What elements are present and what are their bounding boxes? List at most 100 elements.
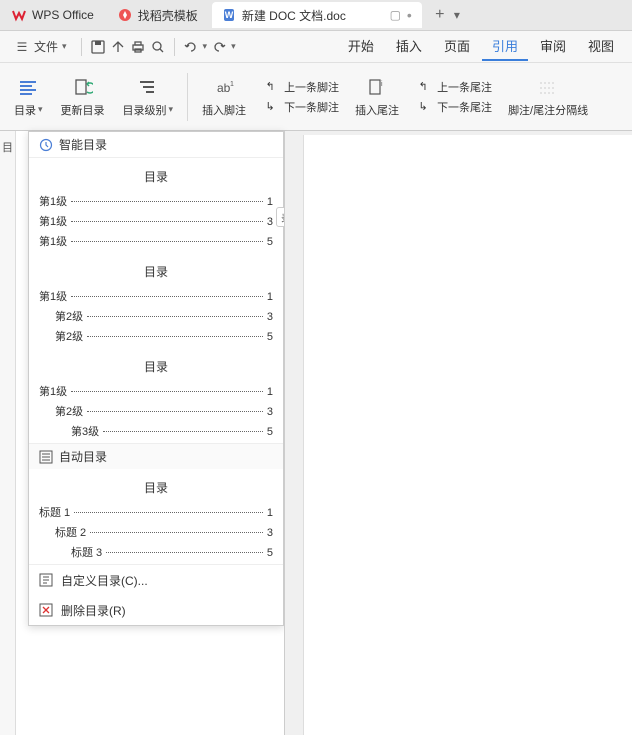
toc-dropdown-menu: 智能目录 目录第1级1第1级3第1级5目录第1级1第2级3第2级5目录第1级1第…	[28, 131, 284, 626]
toc-page: 1	[267, 507, 273, 519]
toc-level-button[interactable]: 目录级别▾	[115, 68, 182, 126]
toc-dots	[87, 336, 263, 337]
chevron-down-icon[interactable]: ▾	[231, 41, 236, 52]
toc-preset-1[interactable]: 目录第1级1第2级3第2级5	[29, 253, 283, 348]
toc-dots	[87, 411, 263, 412]
insert-footnote-button[interactable]: ab1 插入脚注	[194, 68, 254, 126]
label: 下一条尾注	[437, 99, 492, 115]
smart-toc-header[interactable]: 智能目录	[29, 132, 283, 158]
tab-close-icon[interactable]: •	[407, 7, 412, 23]
ribbon-tab-page[interactable]: 页面	[434, 32, 480, 61]
custom-icon	[39, 573, 53, 587]
custom-toc-button[interactable]: 自定义目录(C)...	[29, 565, 283, 595]
file-label: 文件	[34, 38, 58, 55]
ribbon-toolbar: 目录▾ 更新目录 目录级别▾ ab1 插入脚注 ↰上一条脚注 ↳下一条脚注 i …	[0, 63, 632, 131]
document-area[interactable]	[284, 131, 632, 735]
separator-line-button: 脚注/尾注分隔线	[500, 68, 596, 126]
side-panel[interactable]: 目	[0, 131, 16, 735]
toc-line: 标题 23	[39, 522, 273, 542]
toc-page: 3	[267, 311, 273, 323]
footnote-nav: ↰上一条脚注 ↳下一条脚注	[256, 79, 345, 115]
ribbon-tab-view[interactable]: 视图	[578, 32, 624, 61]
toc-page: 5	[267, 426, 273, 438]
custom-toc-label: 自定义目录(C)...	[61, 572, 148, 589]
tab-window-icon[interactable]: ▢	[390, 8, 401, 22]
prev-endnote-button[interactable]: ↰上一条尾注	[415, 79, 492, 95]
prev-icon: ↰	[262, 79, 278, 95]
prev-footnote-button[interactable]: ↰上一条脚注	[262, 79, 339, 95]
toc-label: 目录	[14, 102, 36, 118]
tab-label: 找稻壳模板	[138, 7, 198, 24]
toc-label: 第2级	[55, 308, 83, 324]
toc-label: 标题 3	[71, 544, 102, 560]
toc-label: 第1级	[39, 288, 67, 304]
file-menu[interactable]: ☰ 文件 ▾	[8, 35, 73, 59]
delete-toc-button[interactable]: 删除目录(R)	[29, 595, 283, 625]
toc-title: 目录	[39, 259, 273, 286]
insert-footnote-label: 插入脚注	[202, 102, 246, 118]
update-toc-icon	[73, 76, 93, 100]
menu-bar: ☰ 文件 ▾ ▾ ▾ 开始 插入 页面 引用 审阅 视图	[0, 31, 632, 63]
insert-endnote-label: 插入尾注	[355, 102, 399, 118]
ribbon-tab-insert[interactable]: 插入	[386, 32, 432, 61]
ribbon-tab-cite[interactable]: 引用	[482, 32, 528, 61]
toc-label: 第3级	[71, 423, 99, 439]
toc-page: 1	[267, 386, 273, 398]
tab-document[interactable]: W 新建 DOC 文档.doc ▢ •	[212, 2, 422, 28]
toc-dots	[106, 552, 263, 553]
list-icon	[39, 450, 53, 464]
update-toc-button[interactable]: 更新目录	[53, 68, 113, 126]
toc-page: 1	[267, 196, 273, 208]
ribbon-tab-review[interactable]: 审阅	[530, 32, 576, 61]
delete-icon	[39, 603, 53, 617]
toc-dots	[87, 316, 263, 317]
toc-label: 第2级	[55, 403, 83, 419]
toc-preset-0[interactable]: 目录第1级1第1级3第1级5	[29, 158, 283, 253]
toc-icon	[18, 76, 38, 100]
redo-icon[interactable]	[211, 39, 227, 55]
ribbon-tab-start[interactable]: 开始	[338, 32, 384, 61]
auto-toc-header[interactable]: 自动目录	[29, 443, 283, 469]
next-icon: ↳	[262, 99, 278, 115]
insert-endnote-button[interactable]: i 插入尾注	[347, 68, 407, 126]
chevron-down-icon: ▾	[62, 41, 67, 52]
print-icon[interactable]	[130, 39, 146, 55]
prev-icon: ↰	[415, 79, 431, 95]
svg-text:1: 1	[230, 81, 234, 88]
toc-page: 5	[267, 547, 273, 559]
chevron-down-icon[interactable]: ▾	[203, 41, 208, 52]
toc-level-label: 目录级别	[123, 102, 167, 118]
wps-icon	[12, 8, 26, 22]
tab-more-button[interactable]: ▾	[454, 8, 460, 22]
endnote-icon: i	[367, 76, 387, 100]
toc-line: 标题 1 1	[39, 502, 273, 522]
toc-page: 5	[267, 236, 273, 248]
svg-text:ab: ab	[217, 81, 231, 95]
tab-wps-home[interactable]: WPS Office	[2, 2, 104, 28]
toc-line: 第1级1	[39, 286, 273, 306]
export-icon[interactable]	[110, 39, 126, 55]
document-page[interactable]	[303, 135, 632, 735]
toc-preset-2[interactable]: 目录第1级1第2级3第3级5	[29, 348, 283, 443]
tab-template[interactable]: 找稻壳模板	[108, 2, 208, 28]
toc-preset-auto[interactable]: 目录 标题 11标题 23标题 35	[29, 469, 283, 564]
tab-label: 新建 DOC 文档.doc	[242, 7, 346, 24]
toc-label: 第1级	[39, 213, 67, 229]
smart-toc-label: 智能目录	[59, 136, 107, 153]
save-icon[interactable]	[90, 39, 106, 55]
toc-line: 第2级 3	[39, 306, 273, 326]
toc-dots	[71, 201, 263, 202]
next-endnote-button[interactable]: ↳下一条尾注	[415, 99, 492, 115]
next-footnote-button[interactable]: ↳下一条脚注	[262, 99, 339, 115]
chevron-down-icon: ▾	[38, 104, 43, 115]
undo-icon[interactable]	[183, 39, 199, 55]
tab-label: WPS Office	[32, 8, 94, 22]
toc-label: 标题 1	[39, 504, 70, 520]
new-tab-button[interactable]: +	[430, 5, 450, 25]
toc-dropdown-button[interactable]: 目录▾	[6, 68, 51, 126]
delete-toc-label: 删除目录(R)	[61, 602, 126, 619]
toc-title: 目录	[39, 164, 273, 191]
auto-toc-label: 自动目录	[59, 448, 107, 465]
preview-icon[interactable]	[150, 39, 166, 55]
toc-label: 标题 2	[55, 524, 86, 540]
